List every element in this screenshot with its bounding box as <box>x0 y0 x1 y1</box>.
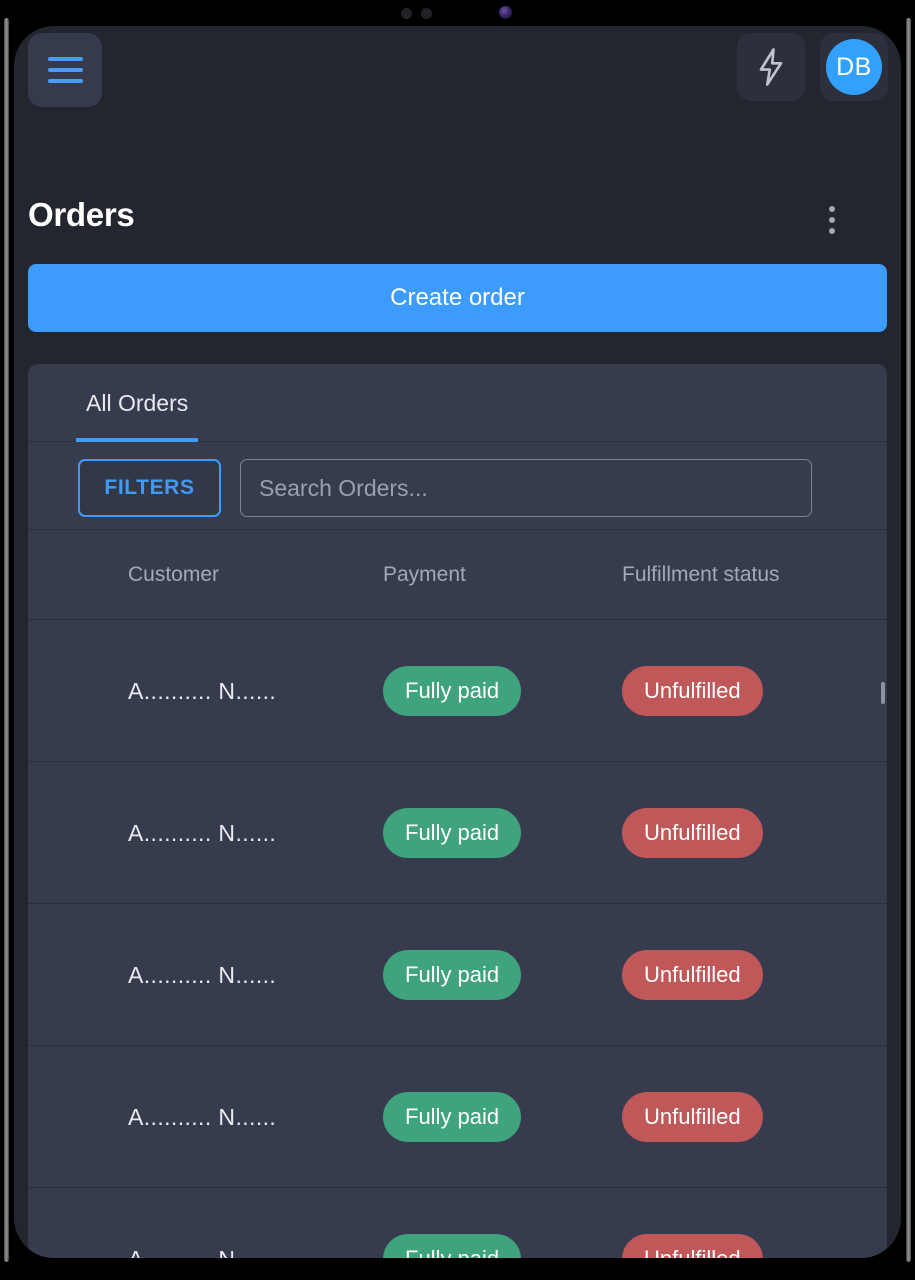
front-camera-icon <box>499 6 512 19</box>
cell-payment: Fully paid <box>383 1046 613 1188</box>
orders-table: Customer Payment Fulfillment status A...… <box>28 530 887 1258</box>
status-badge-fulfillment: Unfulfilled <box>622 1092 763 1142</box>
create-order-button[interactable]: Create order <box>28 264 887 332</box>
column-header-customer: Customer <box>128 562 220 586</box>
column-header-payment: Payment <box>383 562 466 586</box>
table-row[interactable]: A.......... N...... Fully paid Unfulfill… <box>28 620 887 762</box>
status-badge-payment: Fully paid <box>383 808 522 858</box>
device-frame: DB Orders Create order All Orders FILTER… <box>0 0 915 1280</box>
status-badge-fulfillment: Unfulfilled <box>622 808 763 858</box>
column-header-fulfillment-status: Fulfillment status <box>622 562 780 586</box>
tab-bar: All Orders <box>28 364 887 442</box>
status-badge-payment: Fully paid <box>383 666 522 716</box>
table-row[interactable]: A.......... N...... Fully paid Unfulfill… <box>28 904 887 1046</box>
cell-customer: A.......... N...... <box>128 677 277 704</box>
status-badge-fulfillment: Unfulfilled <box>622 950 763 1000</box>
page-title: Orders <box>28 196 135 233</box>
sensor-dot-icon <box>401 8 412 19</box>
cell-customer: A.......... N...... <box>128 961 277 988</box>
cell-fulfillment: Unfulfilled <box>622 1046 822 1188</box>
device-bezel-left <box>4 18 9 1262</box>
page-header: Orders <box>14 186 901 256</box>
cell-fulfillment: Unfulfilled <box>622 762 822 904</box>
filters-button[interactable]: FILTERS <box>78 459 221 517</box>
table-row[interactable]: A.......... N...... Fully paid Unfulfill… <box>28 1188 887 1258</box>
more-vertical-icon <box>829 206 835 212</box>
cell-payment: Fully paid <box>383 904 613 1046</box>
filter-toolbar: FILTERS <box>28 442 887 530</box>
tab-all-orders[interactable]: All Orders <box>76 364 198 442</box>
hamburger-menu-icon <box>47 57 83 61</box>
hamburger-menu-button[interactable] <box>28 33 102 107</box>
status-badge-payment: Fully paid <box>383 950 522 1000</box>
lightning-bolt-button[interactable] <box>737 33 805 101</box>
hamburger-menu-icon <box>47 79 83 83</box>
device-bezel-right <box>906 18 911 1262</box>
cell-fulfillment: Unfulfilled <box>622 1188 822 1258</box>
app-bar: DB <box>14 26 901 148</box>
sensor-dot-icon <box>421 8 432 19</box>
status-badge-fulfillment: Unfulfilled <box>622 1234 763 1258</box>
user-avatar-button[interactable]: DB <box>820 33 888 101</box>
device-notch <box>0 0 915 26</box>
cell-payment: Fully paid <box>383 762 613 904</box>
cell-customer: A.......... N...... <box>128 1188 368 1259</box>
cell-payment: Fully paid <box>383 1188 613 1258</box>
cell-fulfillment: Unfulfilled <box>622 620 822 762</box>
cell-payment: Fully paid <box>383 620 613 762</box>
cell-customer: A.......... N...... <box>128 819 277 846</box>
status-badge-payment: Fully paid <box>383 1092 522 1142</box>
lightning-bolt-icon <box>759 48 783 86</box>
hamburger-menu-icon <box>47 68 83 72</box>
app-screen: DB Orders Create order All Orders FILTER… <box>14 26 901 1258</box>
table-row[interactable]: A.......... N...... Fully paid Unfulfill… <box>28 1046 887 1188</box>
more-vertical-icon <box>829 217 835 223</box>
cell-fulfillment: Unfulfilled <box>622 904 822 1046</box>
table-header-row: Customer Payment Fulfillment status <box>28 530 887 620</box>
orders-card: All Orders FILTERS Customer Payment Fulf… <box>28 364 887 1258</box>
more-vertical-button[interactable] <box>810 196 854 244</box>
cell-customer: A.......... N...... <box>128 1103 277 1130</box>
status-badge-payment: Fully paid <box>383 1234 522 1258</box>
avatar: DB <box>826 39 882 95</box>
more-vertical-icon <box>829 228 835 234</box>
table-scrollbar-thumb[interactable] <box>881 682 885 704</box>
status-badge-fulfillment: Unfulfilled <box>622 666 763 716</box>
table-row[interactable]: A.......... N...... Fully paid Unfulfill… <box>28 762 887 904</box>
search-input[interactable] <box>240 459 812 517</box>
